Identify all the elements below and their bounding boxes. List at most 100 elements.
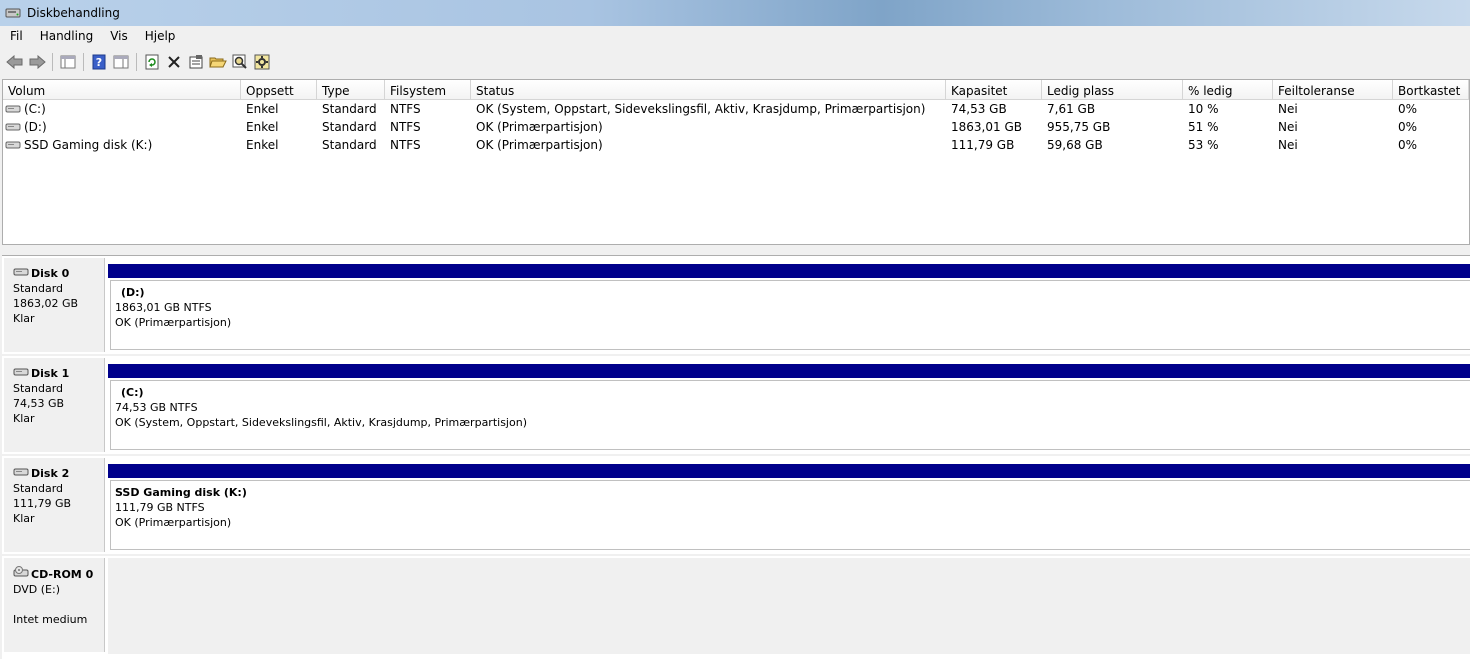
cell-feiltoleranse: Nei (1278, 138, 1298, 152)
volume-name: (C:) (24, 102, 46, 116)
volume-list-header: Volum Oppsett Type Filsystem Status Kapa… (3, 80, 1469, 100)
toolbar-separator (136, 52, 137, 71)
disk-row-0: Disk 0 Standard 1863,02 GB Klar (D:) 186… (2, 256, 1470, 354)
disk-name: Disk 2 (31, 467, 70, 480)
column-header-ledig-plass[interactable]: Ledig plass (1042, 80, 1183, 100)
cdrom-state: Intet medium (13, 613, 88, 626)
help-icon[interactable]: ? (88, 51, 110, 73)
partition-name: (C:) (121, 386, 144, 399)
partition-color-bar (108, 364, 1470, 378)
partition-status: OK (Primærpartisjon) (115, 316, 232, 329)
cell-status: OK (Primærpartisjon) (476, 120, 603, 134)
pane-splitter[interactable] (0, 247, 1470, 255)
partition-name: SSD Gaming disk (K:) (115, 486, 247, 499)
cell-kapasitet: 1863,01 GB (951, 120, 1022, 134)
cell-ledig-plass: 955,75 GB (1047, 120, 1111, 134)
toolbar-separator (52, 52, 53, 71)
volume-icon (5, 119, 21, 137)
partition-block[interactable]: (D:) 1863,01 GB NTFS OK (Primærpartisjon… (110, 280, 1470, 350)
menu-bar: Fil Handling Vis Hjelp (0, 26, 1470, 46)
cell-prosent-ledig: 53 % (1188, 138, 1219, 152)
column-header-type[interactable]: Type (317, 80, 385, 100)
disk-row-1: Disk 1 Standard 74,53 GB Klar (C:) 74,53… (2, 356, 1470, 454)
column-header-feiltoleranse[interactable]: Feiltoleranse (1273, 80, 1393, 100)
disk-label[interactable]: Disk 1 Standard 74,53 GB Klar (4, 358, 105, 452)
disk-management-icon (5, 6, 21, 20)
cell-type: Standard (322, 138, 377, 152)
table-row[interactable]: SSD Gaming disk (K:) Enkel Standard NTFS… (3, 136, 1469, 154)
properties-icon[interactable] (185, 51, 207, 73)
partition-name: (D:) (121, 286, 145, 299)
window-title: Diskbehandling (27, 6, 120, 20)
cell-filsystem: NTFS (390, 120, 421, 134)
disk-name: Disk 1 (31, 367, 70, 380)
partition-size: 111,79 GB NTFS (115, 501, 205, 514)
cell-kapasitet: 111,79 GB (951, 138, 1015, 152)
cell-bortkastet: 0% (1398, 120, 1418, 134)
svg-text:?: ? (96, 56, 102, 69)
cell-prosent-ledig: 10 % (1188, 102, 1219, 116)
cell-filsystem: NTFS (390, 102, 421, 116)
cdrom-name: CD-ROM 0 (31, 567, 94, 581)
volume-name: (D:) (24, 120, 47, 134)
column-header-kapasitet[interactable]: Kapasitet (946, 80, 1042, 100)
disk-map: Disk 0 Standard 1863,02 GB Klar (D:) 186… (2, 255, 1470, 659)
explore-icon[interactable] (229, 51, 251, 73)
partition-size: 74,53 GB NTFS (115, 401, 198, 414)
disk-name: Disk 0 (31, 267, 70, 280)
cell-status: OK (System, Oppstart, Sidevekslingsfil, … (476, 102, 926, 116)
toolbar-separator (83, 52, 84, 71)
column-header-oppsett[interactable]: Oppsett (241, 80, 317, 100)
hard-disk-icon (13, 266, 29, 281)
open-folder-icon[interactable] (207, 51, 229, 73)
back-arrow-icon[interactable] (4, 51, 26, 73)
partition-block[interactable]: SSD Gaming disk (K:) 111,79 GB NTFS OK (… (110, 480, 1470, 550)
cell-oppsett: Enkel (246, 138, 279, 152)
cdrom-row: CD-ROM 0 DVD (E:) Intet medium (2, 556, 1470, 654)
disk-state: Klar (13, 312, 35, 325)
cell-status: OK (Primærpartisjon) (476, 138, 603, 152)
column-header-bortkastet[interactable]: Bortkastet (1393, 80, 1469, 100)
menu-hjelp[interactable]: Hjelp (135, 26, 183, 46)
disk-label[interactable]: Disk 2 Standard 111,79 GB Klar (4, 458, 105, 552)
menu-fil[interactable]: Fil (0, 26, 30, 46)
disk-state: Klar (13, 412, 35, 425)
disk-size: 111,79 GB (13, 497, 72, 510)
disk-state: Klar (13, 512, 35, 525)
table-row[interactable]: (C:) Enkel Standard NTFS OK (System, Opp… (3, 100, 1469, 118)
delete-icon[interactable] (163, 51, 185, 73)
cell-prosent-ledig: 51 % (1188, 120, 1219, 134)
menu-vis[interactable]: Vis (100, 26, 135, 46)
hard-disk-icon (13, 366, 29, 381)
cd-drive-icon (13, 566, 29, 582)
cell-ledig-plass: 59,68 GB (1047, 138, 1103, 152)
console-tree-icon[interactable] (57, 51, 79, 73)
table-row[interactable]: (D:) Enkel Standard NTFS OK (Primærparti… (3, 118, 1469, 136)
toolbar: ? (0, 49, 1470, 74)
refresh-icon[interactable] (141, 51, 163, 73)
partition-block[interactable]: (C:) 74,53 GB NTFS OK (System, Oppstart,… (110, 380, 1470, 450)
partition-status: OK (System, Oppstart, Sidevekslingsfil, … (115, 416, 527, 429)
cdrom-label[interactable]: CD-ROM 0 DVD (E:) Intet medium (4, 558, 105, 652)
column-header-filsystem[interactable]: Filsystem (385, 80, 471, 100)
disk-label[interactable]: Disk 0 Standard 1863,02 GB Klar (4, 258, 105, 352)
cell-type: Standard (322, 120, 377, 134)
disk-type: Standard (13, 482, 64, 495)
disk-type: Standard (13, 382, 64, 395)
title-bar: Diskbehandling (0, 0, 1470, 26)
volume-icon (5, 101, 21, 119)
column-header-prosent-ledig[interactable]: % ledig (1183, 80, 1273, 100)
cell-bortkastet: 0% (1398, 138, 1418, 152)
column-header-volum[interactable]: Volum (3, 80, 241, 100)
column-header-status[interactable]: Status (471, 80, 946, 100)
cdrom-empty-area (108, 558, 1470, 654)
menu-handling[interactable]: Handling (30, 26, 101, 46)
cell-filsystem: NTFS (390, 138, 421, 152)
settings-icon[interactable] (251, 51, 273, 73)
volume-name: SSD Gaming disk (K:) (24, 138, 153, 152)
disk-row-2: Disk 2 Standard 111,79 GB Klar SSD Gamin… (2, 456, 1470, 554)
cdrom-drive: DVD (E:) (13, 583, 61, 596)
show-hide-pane-icon[interactable] (110, 51, 132, 73)
forward-arrow-icon[interactable] (26, 51, 48, 73)
